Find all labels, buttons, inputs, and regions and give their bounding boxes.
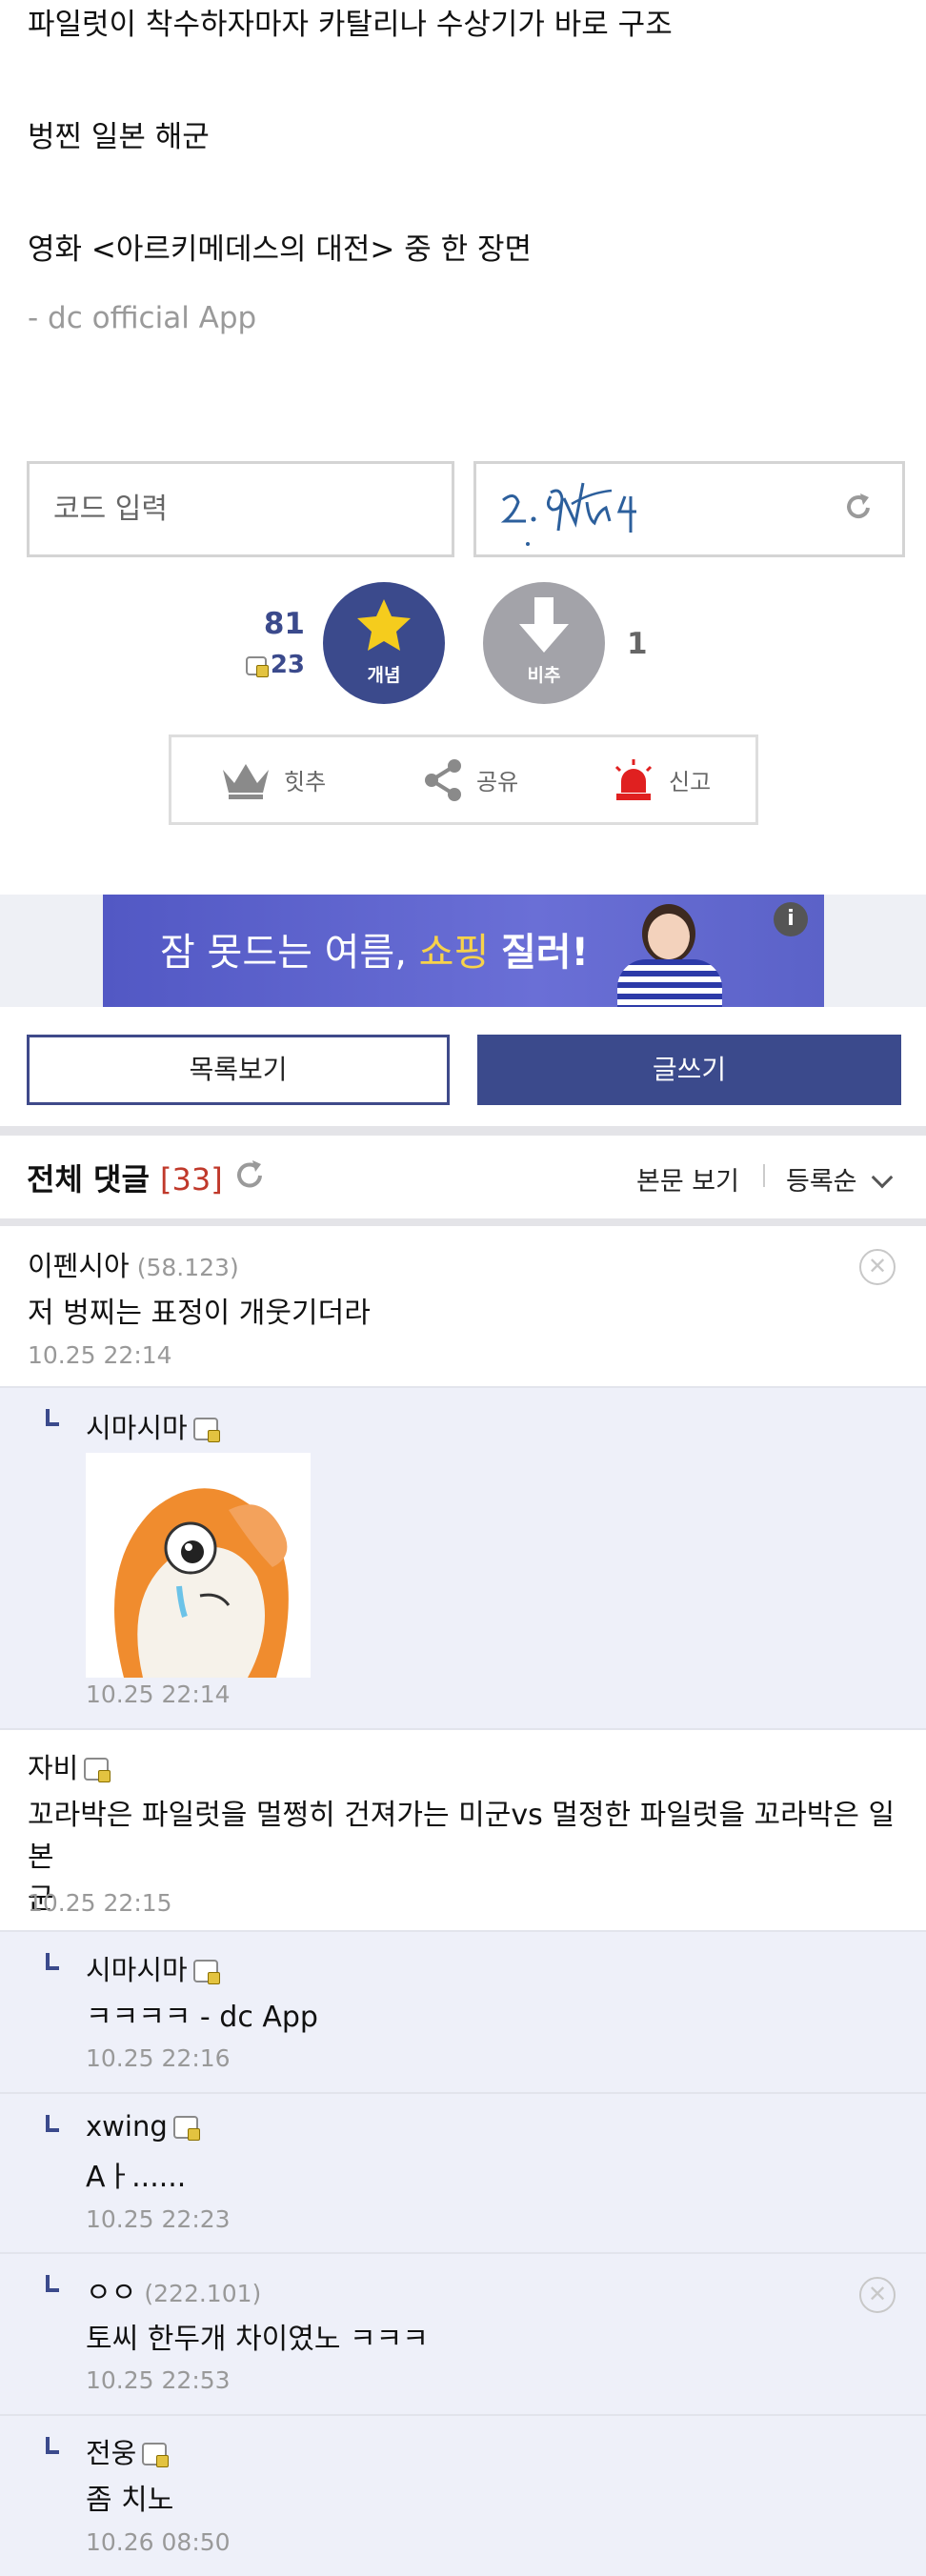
view-body-link[interactable]: 본문 보기 [636, 1160, 739, 1197]
write-button[interactable]: 글쓰기 [477, 1035, 901, 1105]
comment-date: 10.26 08:50 [86, 2528, 231, 2556]
comment-text-line-1: 꼬라박은 파일럿을 멀쩡히 건져가는 미군vs 멀정한 파일럿을 꼬라박은 일본 [28, 1799, 896, 1874]
comment-item: 이펜시아 (58.123) 저 벙찌는 표정이 개웃기더라 10.25 22:14… [0, 1226, 926, 1388]
gallery-member-icon [192, 1960, 220, 1984]
hit-button[interactable]: 힛추 [221, 737, 326, 822]
arrow-down-icon [519, 597, 569, 653]
downvote-count: 1 [627, 627, 648, 661]
post-line-2: 벙찐 일본 해군 [28, 120, 210, 154]
comment-author[interactable]: xwing [86, 2110, 168, 2143]
section-divider [0, 1126, 926, 1136]
comment-author[interactable]: ㅇㅇ [86, 2276, 136, 2308]
comment-reply-item: 전웅 좀 치노 10.26 08:50 [0, 2416, 926, 2576]
comment-reply-item: xwing Aㅏ...... 10.25 22:23 [0, 2094, 926, 2254]
share-label: 공유 [476, 769, 519, 795]
share-icon [425, 758, 461, 801]
comment-image[interactable] [86, 1453, 311, 1678]
comment-reply-item: 시마시마 10.25 22:14 [0, 1388, 926, 1730]
banner-text-c: 질러! [501, 931, 589, 975]
gallery-member-icon [172, 2116, 200, 2141]
upvote-button[interactable]: 개념 [323, 582, 445, 704]
reply-arrow-icon [46, 2437, 59, 2454]
comment-text: ㅋㅋㅋㅋ - dc App [86, 2001, 318, 2034]
fixed-upvote-count: 23 [270, 651, 305, 679]
comment-author[interactable]: 이펜시아 [28, 1250, 130, 1282]
report-label: 신고 [669, 769, 712, 795]
comment-date: 10.25 22:23 [86, 2205, 231, 2233]
gallery-member-icon [192, 1418, 220, 1442]
comment-author[interactable]: 시마시마 [86, 1412, 188, 1444]
comment-reply-item: ㅇㅇ (222.101) 토씨 한두개 차이였노 ㅋㅋㅋ 10.25 22:53 … [0, 2254, 926, 2416]
list-button[interactable]: 목록보기 [27, 1035, 450, 1105]
comment-date: 10.25 22:16 [86, 2044, 231, 2072]
dccon-image [114, 1488, 289, 1678]
comment-date: 10.25 22:15 [28, 1889, 172, 1917]
comments-count: [33] [160, 1161, 223, 1197]
star-icon [357, 599, 411, 651]
code-input[interactable]: 코드 입력 [27, 461, 454, 557]
upvote-count: 81 [263, 607, 305, 641]
comment-ip: (222.101) [144, 2280, 262, 2307]
comment-date: 10.25 22:53 [86, 2366, 231, 2394]
post-signature: - dc official App [28, 301, 257, 335]
share-button[interactable]: 공유 [423, 737, 518, 822]
fixed-upvote: 23 [234, 651, 305, 679]
banner-text-a: 잠 못드는 여름, [160, 931, 407, 975]
comment-author[interactable]: 전웅 [86, 2437, 136, 2469]
post-line-1: 파일럿이 착수하자마자 카탈리나 수상기가 바로 구조 [28, 8, 673, 42]
banner-text-b: 쇼핑 [418, 931, 490, 975]
comment-text: Aㅏ...... [86, 2161, 187, 2194]
comments-refresh-icon[interactable] [232, 1158, 267, 1193]
banner-text: 잠 못드는 여름, 쇼핑 질러! [160, 921, 589, 976]
comment-author[interactable]: 자비 [28, 1752, 78, 1784]
refresh-icon[interactable] [841, 491, 876, 525]
comments-title: 전체 댓글 [33] [27, 1156, 223, 1199]
report-button[interactable]: 신고 [612, 737, 711, 822]
gallery-member-icon [84, 1758, 111, 1782]
comment-date: 10.25 22:14 [86, 1680, 231, 1708]
comments-divider [0, 1218, 926, 1226]
delete-comment-icon[interactable]: ✕ [859, 2277, 896, 2313]
comment-reply-item: 시마시마 ㅋㅋㅋㅋ - dc App 10.25 22:16 [0, 1932, 926, 2094]
downvote-button[interactable]: 비추 [483, 582, 605, 704]
gallery-member-icon [142, 2443, 170, 2467]
siren-icon [614, 758, 653, 800]
downvote-label: 비추 [527, 665, 561, 686]
ad-banner[interactable]: 잠 못드는 여름, 쇼핑 질러! i [103, 895, 824, 1007]
comment-date: 10.25 22:14 [28, 1341, 172, 1369]
sort-label: 등록순 [786, 1167, 857, 1197]
comment-text: 토씨 한두개 차이였노 ㅋㅋㅋ [86, 2323, 429, 2356]
reply-arrow-icon [46, 1953, 59, 1970]
reply-arrow-icon [46, 2115, 59, 2132]
comments-title-text: 전체 댓글 [27, 1161, 150, 1197]
post-action-bar: 힛추 공유 신고 [169, 735, 758, 825]
banner-model [598, 900, 741, 1007]
reply-arrow-icon [46, 2275, 59, 2292]
captcha-box [473, 461, 905, 557]
comment-text: 좀 치노 [86, 2484, 174, 2517]
header-divider [763, 1164, 765, 1187]
comment-text: 저 벙찌는 표정이 개웃기더라 [28, 1297, 371, 1330]
sort-dropdown[interactable]: 등록순 [786, 1160, 894, 1197]
hit-label: 힛추 [284, 769, 327, 795]
post-line-3: 영화 <아르키메데스의 대전> 중 한 장면 [28, 232, 533, 267]
delete-comment-icon[interactable]: ✕ [859, 1249, 896, 1285]
chevron-down-icon [871, 1166, 894, 1189]
fixed-gallery-icon [245, 656, 269, 677]
captcha-image [500, 482, 636, 546]
comment-item: 자비 꼬라박은 파일럿을 멀쩡히 건져가는 미군vs 멀정한 파일럿을 꼬라박은… [0, 1730, 926, 1932]
comment-author[interactable]: 시마시마 [86, 1954, 188, 1986]
crown-icon [223, 763, 269, 799]
ad-info-icon[interactable]: i [774, 902, 808, 936]
reply-arrow-icon [46, 1409, 59, 1426]
upvote-label: 개념 [367, 665, 401, 686]
comment-ip: (58.123) [136, 1254, 239, 1281]
